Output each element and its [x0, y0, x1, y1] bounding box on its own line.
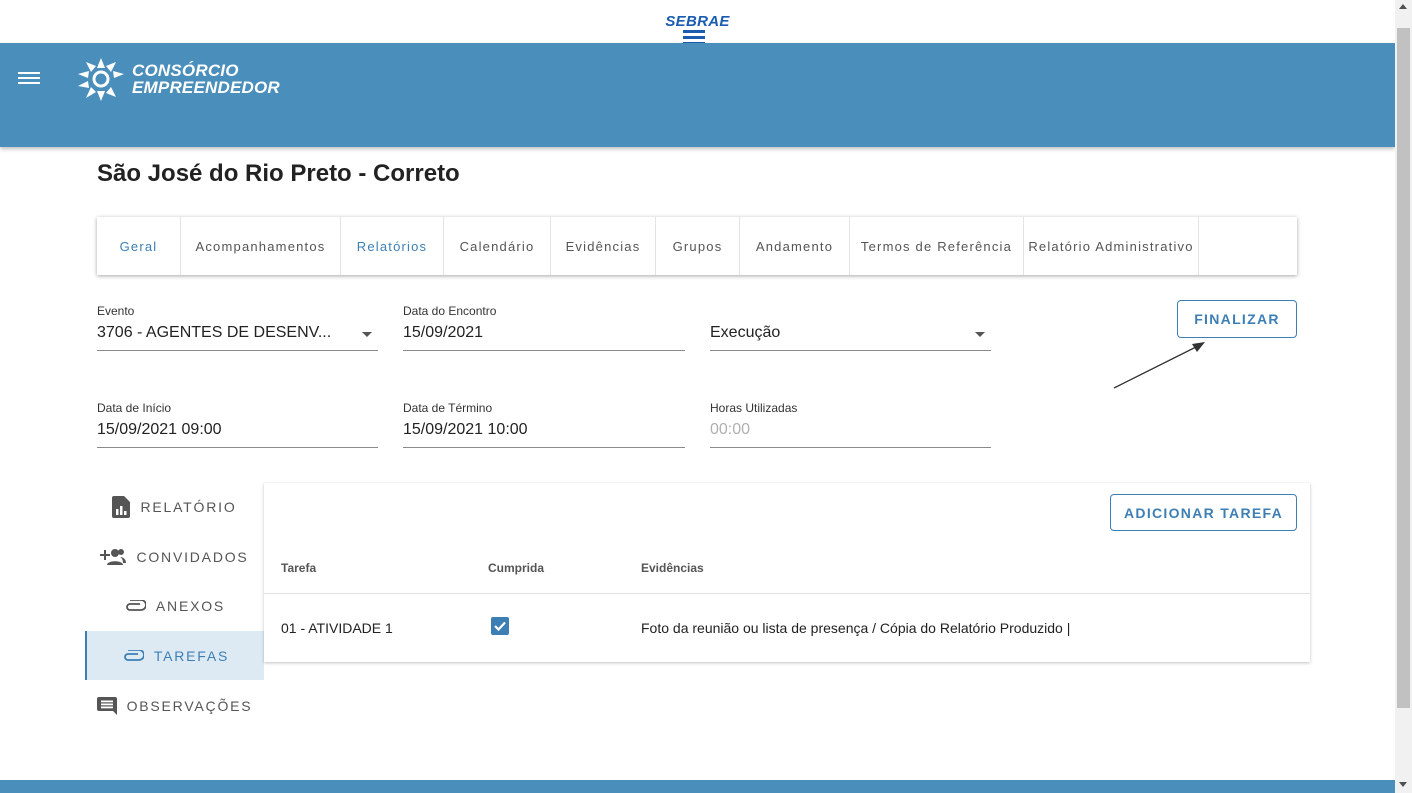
horas-utilizadas-placeholder: 00:00 — [710, 421, 751, 438]
tab-grupos[interactable]: Grupos — [656, 217, 740, 275]
divider — [264, 593, 1310, 594]
tab-relatorios[interactable]: Relatórios — [341, 217, 444, 275]
notes-icon — [96, 696, 117, 715]
evento-select[interactable]: Evento 3706 - AGENTES DE DESENV... — [97, 304, 378, 351]
column-header-evidencias: Evidências — [641, 561, 704, 575]
brand-line-2: EMPREENDEDOR — [132, 78, 280, 97]
status-select[interactable]: Execução — [710, 304, 991, 351]
data-inicio-label: Data de Início — [97, 401, 172, 415]
scroll-down-arrow-icon[interactable] — [1399, 782, 1407, 787]
side-item-label: RELATÓRIO — [140, 498, 237, 515]
task-name-cell: 01 - ATIVIDADE 1 — [281, 620, 393, 636]
hamburger-menu-icon[interactable] — [18, 69, 40, 89]
data-encontro-value: 15/09/2021 — [403, 324, 484, 341]
status-value: Execução — [710, 324, 781, 341]
data-inicio-value: 15/09/2021 09:00 — [97, 421, 222, 438]
brand-sun-icon — [78, 58, 124, 101]
evento-value: 3706 - AGENTES DE DESENV... — [97, 324, 332, 341]
tab-termos-de-referencia[interactable]: Termos de Referência — [850, 217, 1024, 275]
column-header-tarefa: Tarefa — [281, 561, 317, 575]
side-item-observacoes[interactable]: OBSERVAÇÕES — [85, 681, 264, 730]
data-encontro-field[interactable]: Data do Encontro 15/09/2021 — [403, 304, 685, 351]
column-header-cumprida: Cumprida — [488, 561, 545, 575]
side-item-label: ANEXOS — [155, 597, 226, 614]
sebrae-top-bar: SEBRAE — [0, 0, 1395, 45]
tab-acompanhamentos[interactable]: Acompanhamentos — [181, 217, 341, 275]
brand-line-1: CONSÓRCIO — [132, 61, 239, 80]
tab-bar: Geral Acompanhamentos Relatórios Calendá… — [97, 217, 1297, 275]
chevron-down-icon — [975, 332, 985, 337]
side-item-tarefas[interactable]: TAREFAS — [85, 631, 264, 680]
scroll-thumb[interactable] — [1397, 28, 1410, 708]
add-task-button[interactable]: ADICIONAR TAREFA — [1110, 494, 1297, 531]
cumprida-checkbox[interactable] — [491, 617, 509, 635]
horas-utilizadas-field[interactable]: Horas Utilizadas 00:00 — [710, 401, 991, 448]
side-item-anexos[interactable]: ANEXOS — [85, 581, 264, 630]
app-footer — [0, 780, 1395, 793]
tasks-card: ADICIONAR TAREFA Tarefa Cumprida Evidênc… — [264, 483, 1310, 662]
side-item-convidados[interactable]: CONVIDADOS — [85, 532, 264, 581]
side-item-relatorio[interactable]: RELATÓRIO — [85, 482, 264, 531]
annotation-arrow-icon — [1113, 342, 1205, 389]
checkmark-icon — [494, 621, 506, 632]
side-item-label: OBSERVAÇÕES — [126, 697, 253, 714]
side-item-label: TAREFAS — [153, 647, 230, 664]
attachment-icon — [124, 599, 146, 612]
evento-label: Evento — [97, 304, 135, 318]
chevron-down-icon — [362, 332, 372, 337]
page: SEBRAE CONSÓRCIO EMPREENDEDOR São José d… — [0, 0, 1412, 793]
side-item-label: CONVIDADOS — [136, 548, 249, 565]
data-termino-label: Data de Término — [403, 401, 493, 415]
tab-relatorio-administrativo[interactable]: Relatório Administrativo — [1024, 217, 1199, 275]
tab-evidencias[interactable]: Evidências — [551, 217, 656, 275]
brand-name: CONSÓRCIO EMPREENDEDOR — [132, 62, 280, 96]
finalizar-button[interactable]: FINALIZAR — [1177, 300, 1297, 338]
report-icon — [112, 495, 131, 518]
sebrae-logo: SEBRAE — [664, 13, 731, 45]
data-termino-field[interactable]: Data de Término 15/09/2021 10:00 — [403, 401, 685, 448]
sebrae-logo-text: SEBRAE — [664, 13, 731, 30]
data-encontro-label: Data do Encontro — [403, 304, 497, 318]
add-people-icon — [100, 548, 127, 566]
data-termino-value: 15/09/2021 10:00 — [403, 421, 528, 438]
horas-utilizadas-label: Horas Utilizadas — [710, 401, 798, 415]
data-inicio-field[interactable]: Data de Início 15/09/2021 09:00 — [97, 401, 378, 448]
page-title: São José do Rio Preto - Correto — [97, 160, 460, 187]
vertical-scrollbar[interactable] — [1395, 0, 1412, 793]
tab-calendario[interactable]: Calendário — [444, 217, 551, 275]
app-header: CONSÓRCIO EMPREENDEDOR — [0, 43, 1395, 147]
attachment-icon — [122, 649, 144, 662]
evidencias-cell: Foto da reunião ou lista de presença / C… — [641, 620, 1071, 636]
tab-andamento[interactable]: Andamento — [740, 217, 850, 275]
brand-logo[interactable]: CONSÓRCIO EMPREENDEDOR — [72, 54, 280, 104]
tab-geral[interactable]: Geral — [97, 217, 181, 275]
scroll-up-arrow-icon[interactable] — [1399, 4, 1407, 9]
